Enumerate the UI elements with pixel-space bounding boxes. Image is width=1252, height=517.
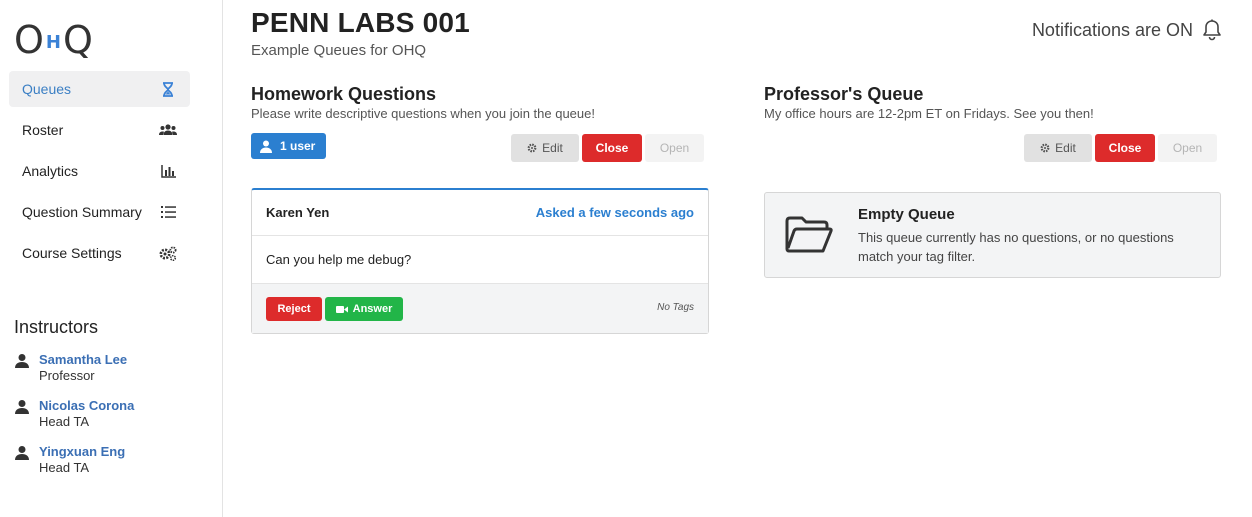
queue-title: Professor's Queue bbox=[764, 84, 924, 104]
sidebar-item-course-settings[interactable]: Course Settings bbox=[9, 235, 190, 271]
asked-time: Asked a few seconds ago bbox=[535, 205, 694, 220]
open-folder-icon bbox=[785, 216, 833, 253]
asker-name: Karen Yen bbox=[266, 205, 330, 220]
video-camera-icon bbox=[335, 305, 348, 313]
bar-chart-icon bbox=[159, 163, 177, 179]
instructor-item: Yingxuan Eng Head TA bbox=[14, 444, 214, 490]
empty-queue-text: This queue currently has no questions, o… bbox=[858, 230, 1174, 264]
user-icon bbox=[15, 400, 29, 414]
instructor-role: Head TA bbox=[39, 414, 90, 429]
instructors-heading: Instructors bbox=[14, 317, 99, 337]
users-icon bbox=[159, 122, 177, 138]
queue-title: Homework Questions bbox=[251, 84, 437, 104]
gear-icon bbox=[1040, 143, 1050, 153]
logo-letter-q: Q bbox=[63, 18, 94, 62]
edit-queue-button[interactable]: Edit bbox=[1024, 134, 1092, 162]
instructor-name[interactable]: Samantha Lee bbox=[39, 352, 127, 368]
bell-icon bbox=[1203, 19, 1221, 41]
instructor-role: Professor bbox=[39, 368, 95, 383]
question-header: Karen Yen Asked a few seconds ago bbox=[252, 190, 708, 236]
empty-queue-message: Empty Queue This queue currently has no … bbox=[764, 192, 1221, 278]
queue-actions: Edit Close Open bbox=[764, 133, 1222, 173]
user-icon bbox=[260, 140, 272, 153]
users-count-label: 1 user bbox=[280, 139, 316, 153]
instructors-list: Samantha Lee Professor Nicolas Corona He… bbox=[14, 352, 214, 490]
hourglass-icon bbox=[159, 81, 177, 97]
instructor-name[interactable]: Nicolas Corona bbox=[39, 398, 134, 414]
course-title: PENN LABS 001 bbox=[251, 7, 470, 38]
user-icon bbox=[15, 446, 29, 460]
logo-letter-o: O bbox=[14, 18, 45, 62]
user-icon bbox=[15, 354, 29, 368]
sidebar-item-label: Analytics bbox=[22, 163, 79, 179]
sidebar-menu: Queues Roster Analytics Question Summary… bbox=[9, 71, 190, 276]
answer-button[interactable]: Answer bbox=[325, 297, 403, 321]
edit-queue-button[interactable]: Edit bbox=[511, 134, 579, 162]
instructor-item: Nicolas Corona Head TA bbox=[14, 398, 214, 444]
open-queue-button[interactable]: Open bbox=[645, 134, 704, 162]
cogs-icon bbox=[159, 245, 177, 261]
sidebar-item-queues[interactable]: Queues bbox=[9, 71, 190, 107]
course-subtitle: Example Queues for OHQ bbox=[251, 42, 427, 59]
queue-homework: Homework Questions Please write descript… bbox=[251, 83, 709, 173]
reject-button[interactable]: Reject bbox=[266, 297, 322, 321]
ordered-list-icon bbox=[159, 204, 177, 220]
close-queue-button[interactable]: Close bbox=[582, 134, 642, 162]
queue-description: Please write descriptive questions when … bbox=[251, 106, 595, 121]
question-text: Can you help me debug? bbox=[252, 236, 708, 284]
answer-label: Answer bbox=[352, 303, 393, 315]
empty-queue-title: Empty Queue bbox=[858, 206, 955, 223]
sidebar-item-analytics[interactable]: Analytics bbox=[9, 153, 190, 189]
sidebar: OHQ Queues Roster Analytics Question Sum… bbox=[0, 0, 223, 517]
queue-actions: 1 user Edit Close Open bbox=[251, 133, 709, 173]
sidebar-item-label: Question Summary bbox=[22, 204, 142, 220]
edit-label: Edit bbox=[542, 141, 563, 155]
logo-letter-h: H bbox=[45, 31, 62, 53]
question-tags: No Tags bbox=[657, 302, 694, 313]
ohq-logo[interactable]: OHQ bbox=[14, 18, 94, 62]
users-count-badge[interactable]: 1 user bbox=[251, 133, 326, 159]
open-queue-button[interactable]: Open bbox=[1158, 134, 1217, 162]
edit-label: Edit bbox=[1055, 141, 1076, 155]
sidebar-item-label: Roster bbox=[22, 122, 64, 138]
question-footer: Reject Answer No Tags bbox=[252, 284, 708, 333]
sidebar-item-question-summary[interactable]: Question Summary bbox=[9, 194, 190, 230]
instructor-name[interactable]: Yingxuan Eng bbox=[39, 444, 125, 460]
sidebar-item-label: Course Settings bbox=[22, 245, 122, 261]
question-card: Karen Yen Asked a few seconds ago Can yo… bbox=[251, 188, 709, 334]
sidebar-item-roster[interactable]: Roster bbox=[9, 112, 190, 148]
gear-icon bbox=[527, 143, 537, 153]
sidebar-item-label: Queues bbox=[22, 81, 72, 97]
close-queue-button[interactable]: Close bbox=[1095, 134, 1155, 162]
queue-professor: Professor's Queue My office hours are 12… bbox=[764, 83, 1222, 173]
instructor-item: Samantha Lee Professor bbox=[14, 352, 214, 398]
queue-description: My office hours are 12-2pm ET on Fridays… bbox=[764, 106, 1094, 121]
notifications-toggle[interactable]: Notifications are ON bbox=[1032, 19, 1222, 41]
instructor-role: Head TA bbox=[39, 460, 90, 475]
notifications-label: Notifications are ON bbox=[1031, 19, 1193, 40]
